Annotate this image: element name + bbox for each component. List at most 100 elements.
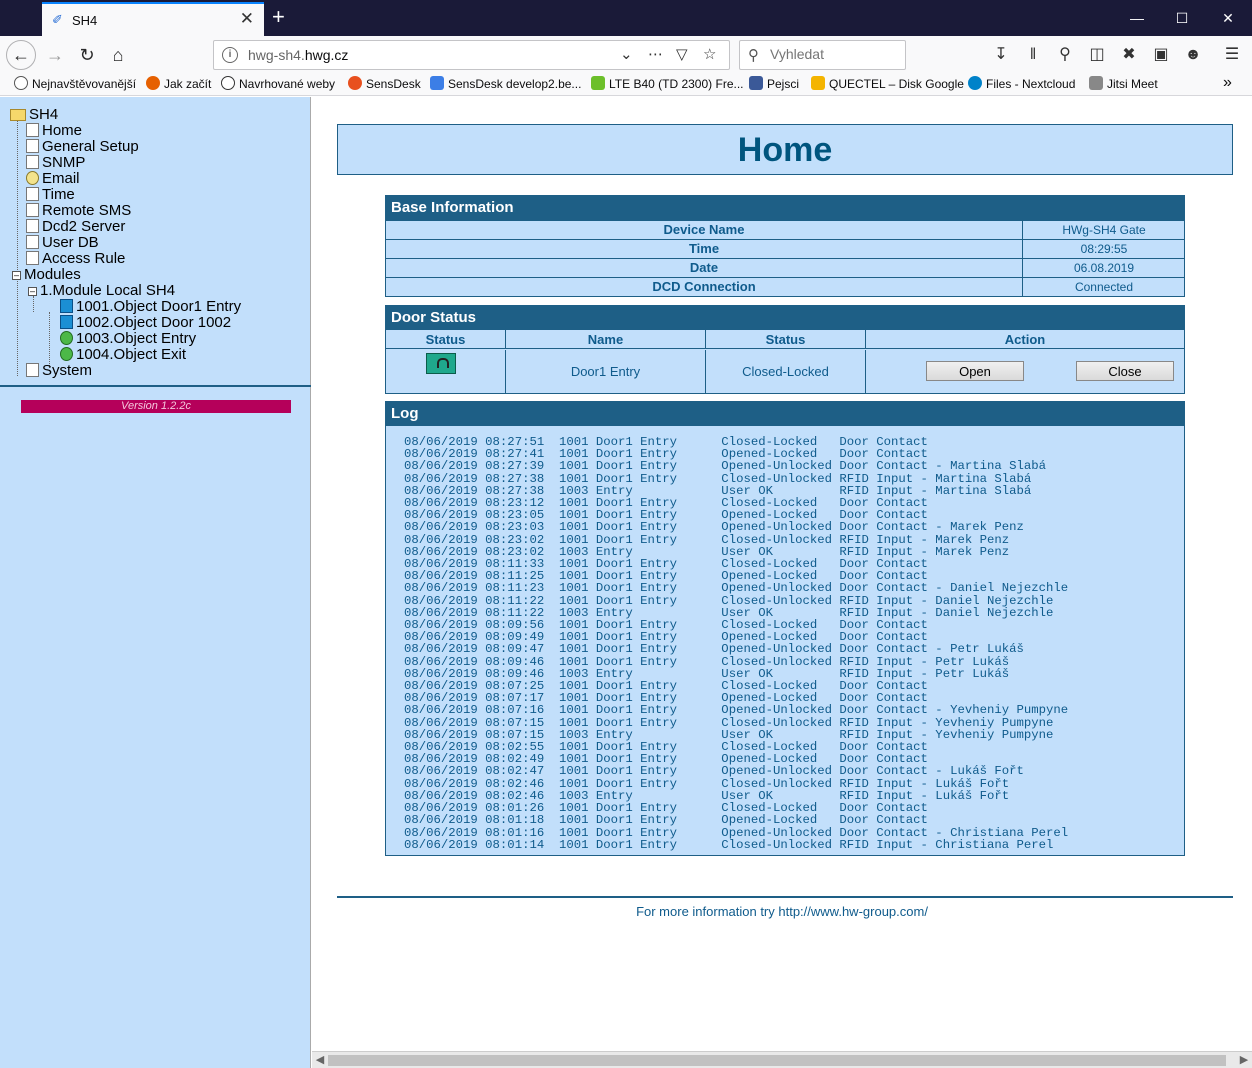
tab-close-icon[interactable]: ✕ [240, 10, 254, 28]
base-info-header: Base Information [386, 196, 1184, 220]
url-dropdown-icon[interactable]: ⌄ [620, 45, 633, 63]
account-icon[interactable]: ☻ [1182, 44, 1204, 66]
tree-root-sh4[interactable]: SH4 [10, 107, 58, 123]
sidebar-item-object-1004[interactable]: 1004.Object Exit [60, 347, 186, 363]
search-bar[interactable]: ⚲ [739, 40, 906, 70]
search-icon: ⚲ [748, 47, 759, 64]
bookmark-jitsi[interactable]: Jitsi Meet [1089, 76, 1158, 91]
maximize-icon[interactable]: ☐ [1172, 8, 1192, 28]
page-icon [26, 219, 39, 233]
log-entries: 08/06/2019 08:27:51 1001 Door1 Entry Clo… [404, 436, 1068, 851]
bookmark-sensdesk-develop[interactable]: SensDesk develop2.be... [430, 76, 581, 91]
sidebar-item-access-rule[interactable]: Access Rule [26, 251, 125, 267]
sidebar: SH4 Home General Setup SNMP Email Time R… [0, 97, 311, 1068]
sidebar-item-object-1002[interactable]: 1002.Object Door 1002 [60, 315, 231, 331]
sidebar-item-object-1003[interactable]: 1003.Object Entry [60, 331, 196, 347]
door-object-icon [60, 299, 73, 313]
bookmarks-overflow-icon[interactable]: » [1223, 74, 1232, 92]
library-icon[interactable]: ‖ [1022, 44, 1044, 66]
bookmark-star-icon[interactable]: ☆ [703, 45, 716, 63]
scrollbar-thumb[interactable] [328, 1055, 1226, 1066]
tree-line [17, 120, 18, 376]
log-line: 08/06/2019 08:01:16 1001 Door1 Entry Ope… [404, 825, 1069, 840]
minimize-icon[interactable]: — [1127, 8, 1147, 28]
jitsi-icon [1089, 76, 1103, 90]
rfid-reader-icon [60, 347, 73, 361]
sidebar-item-remote-sms[interactable]: Remote SMS [26, 203, 131, 219]
gear-icon [14, 76, 28, 90]
pocket-icon[interactable]: ▽ [676, 45, 688, 63]
sidebar-item-module-local[interactable]: –1.Module Local SH4 [28, 283, 175, 299]
sidebar-item-object-1001[interactable]: 1001.Object Door1 Entry [60, 299, 241, 315]
site-info-icon[interactable]: i [222, 47, 238, 63]
info-key: DCD Connection [386, 278, 1023, 296]
open-door-button[interactable]: Open [926, 361, 1024, 381]
tab-title: SH4 [72, 13, 98, 28]
log-panel: Log 08/06/2019 08:27:51 1001 Door1 Entry… [385, 401, 1185, 856]
sidebar-item-modules[interactable]: – Modules [12, 267, 81, 283]
new-tab-button[interactable]: + [272, 4, 285, 30]
close-door-button[interactable]: Close [1076, 361, 1174, 381]
browser-tab[interactable]: ✐ SH4 ✕ [42, 2, 264, 36]
firefox-icon [146, 76, 160, 90]
bookmark-sensdesk[interactable]: SensDesk [348, 76, 421, 91]
tab-favicon-icon: ✐ [52, 12, 63, 27]
sidebar-item-snmp[interactable]: SNMP [26, 155, 85, 171]
bookmark-most-visited[interactable]: Nejnavštěvovanější [14, 76, 136, 91]
bookmark-getting-started[interactable]: Jak začít [146, 76, 211, 91]
column-header-action: Action [1004, 332, 1046, 347]
info-key: Time [386, 240, 1023, 258]
info-row-dcd-connection: DCD Connection Connected [386, 277, 1184, 296]
footer-link[interactable]: For more information try http://www.hw-g… [312, 904, 1252, 919]
facebook-icon [749, 76, 763, 90]
page-icon [26, 155, 39, 169]
sidebar-item-system[interactable]: System [26, 363, 92, 379]
navigation-toolbar: ← → ↻ ⌂ i hwg-sh4.hwg.cz ⌄ ⋯ ▽ ☆ ⚲ ↧ ‖ ⚲… [0, 36, 1252, 74]
forward-arrow-icon[interactable]: → [40, 40, 70, 70]
log-line: 08/06/2019 08:11:22 1001 Door1 Entry Clo… [404, 593, 1054, 608]
sidebar-item-dcd2-server[interactable]: Dcd2 Server [26, 219, 125, 235]
tree-line [49, 312, 50, 368]
main-content: Home Base Information Device Name HWg-SH… [312, 97, 1252, 1068]
bookmark-nextcloud[interactable]: Files - Nextcloud [968, 76, 1075, 91]
extension-magnifier-icon[interactable]: ⚲ [1054, 44, 1076, 66]
bookmark-quectel[interactable]: QUECTEL – Disk Google [811, 76, 964, 91]
search-input[interactable] [770, 46, 900, 62]
bookmark-pejsci[interactable]: Pejsci [749, 76, 799, 91]
sidebar-item-time[interactable]: Time [26, 187, 75, 203]
window-close-icon[interactable]: ✕ [1218, 8, 1238, 28]
scroll-right-icon[interactable]: ▶ [1236, 1052, 1252, 1068]
back-arrow-icon[interactable]: ← [6, 40, 36, 70]
collapse-icon[interactable]: – [28, 287, 37, 296]
log-header: Log [386, 402, 1184, 426]
sidebar-item-general-setup[interactable]: General Setup [26, 139, 139, 155]
page-icon [26, 187, 39, 201]
hamburger-menu-icon[interactable]: ☰ [1221, 44, 1243, 66]
extension-se-icon[interactable]: ▣ [1150, 44, 1172, 66]
log-line: 08/06/2019 08:23:02 1001 Door1 Entry Clo… [404, 532, 1010, 547]
info-row-date: Date 06.08.2019 [386, 258, 1184, 277]
downloads-icon[interactable]: ↧ [990, 44, 1012, 66]
page-actions-icon[interactable]: ⋯ [648, 45, 664, 63]
log-line: 08/06/2019 08:27:39 1001 Door1 Entry Ope… [404, 459, 1047, 474]
door-status-panel: Door Status Status Name Status Action Do… [385, 305, 1185, 394]
log-line: 08/06/2019 08:11:23 1001 Door1 Entry Ope… [404, 581, 1069, 596]
column-header-status: Status [386, 330, 506, 348]
sidebar-divider [0, 385, 311, 387]
home-icon[interactable]: ⌂ [103, 40, 133, 70]
horizontal-scrollbar[interactable]: ◀ ▶ [312, 1051, 1252, 1068]
extension-puzzle-icon[interactable]: ✖ [1118, 44, 1140, 66]
sidebar-item-home[interactable]: Home [26, 123, 82, 139]
collapse-icon[interactable]: – [12, 271, 21, 280]
sidebar-toggle-icon[interactable]: ◫ [1086, 44, 1108, 66]
bookmark-suggested-sites[interactable]: Navrhované weby [221, 76, 335, 91]
reload-icon[interactable]: ↻ [72, 40, 102, 70]
title-bar: ✐ SH4 ✕ + — ☐ ✕ [0, 0, 1252, 36]
address-bar[interactable]: i hwg-sh4.hwg.cz ⌄ ⋯ ▽ ☆ [213, 40, 730, 70]
url-text[interactable]: hwg-sh4.hwg.cz [248, 47, 348, 63]
door-status-column-headers: Status Name Status Action [386, 330, 1184, 349]
sidebar-item-user-db[interactable]: User DB [26, 235, 99, 251]
bookmark-lte[interactable]: LTE B40 (TD 2300) Fre... [591, 76, 744, 91]
sidebar-item-email[interactable]: Email [26, 171, 80, 187]
scroll-left-icon[interactable]: ◀ [312, 1052, 328, 1068]
